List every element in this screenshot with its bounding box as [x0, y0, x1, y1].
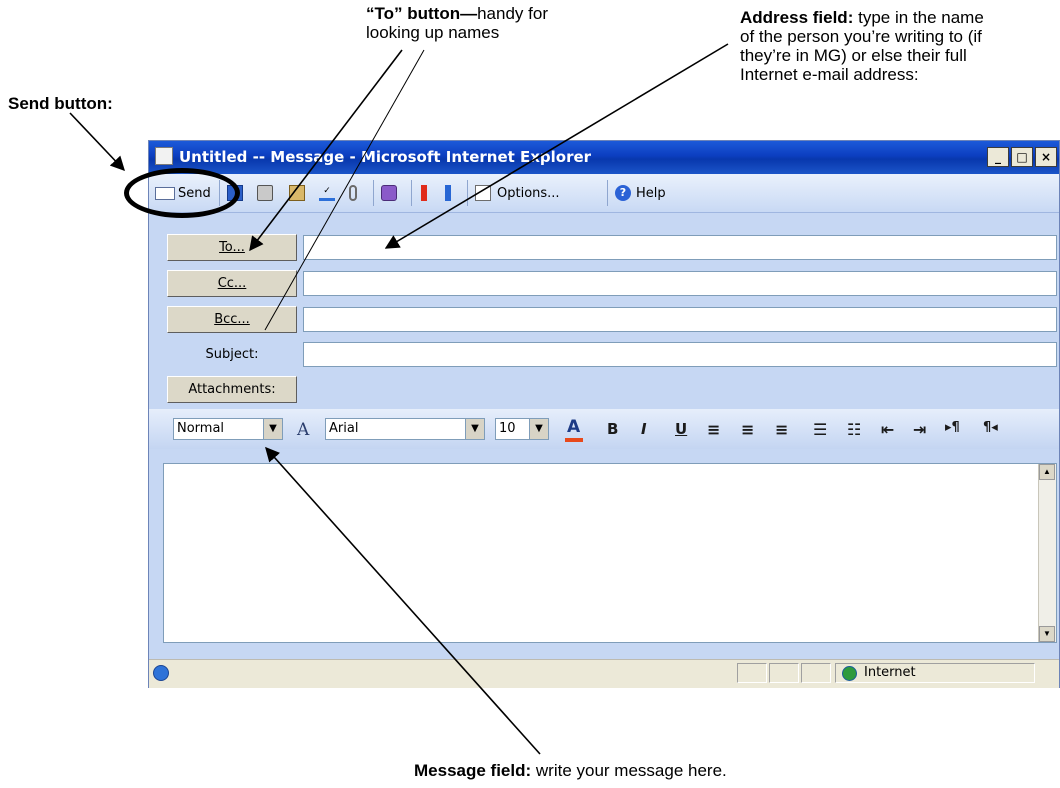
page-status-icon — [153, 665, 169, 681]
message-window-icon — [155, 147, 173, 165]
italic-button[interactable]: I — [641, 420, 647, 438]
print-button[interactable] — [257, 183, 273, 203]
subject-label: Subject: — [205, 347, 259, 362]
options-icon — [475, 185, 491, 201]
paperclip-icon — [349, 185, 357, 201]
decrease-indent-icon[interactable]: ⇤ — [881, 420, 894, 439]
address-form: To... Cc... Bcc... Subject: Attachments: — [149, 213, 1059, 413]
font-icon: A — [297, 420, 310, 440]
help-button[interactable]: ? Help — [615, 183, 666, 203]
scroll-up-arrow-icon[interactable]: ▲ — [1039, 464, 1055, 480]
internet-zone-label: Internet — [864, 665, 916, 680]
font-select[interactable]: Arial ▼ — [325, 418, 485, 440]
save-disk-icon — [227, 185, 243, 201]
bold-button[interactable]: B — [607, 420, 618, 438]
message-toolbar: Send ✓ Options... ? Help — [149, 174, 1059, 213]
send-button[interactable]: Send — [155, 183, 211, 203]
high-importance-button[interactable] — [421, 183, 427, 203]
permission-icon — [381, 185, 397, 201]
send-button-annotation: Send button: — [8, 94, 113, 113]
to-field[interactable] — [303, 235, 1057, 260]
to-button-annotation: “To” button—handy for looking up names — [366, 4, 548, 42]
formatting-toolbar: Normal ▼ A Arial ▼ 10 ▼ A B I U ≡ ≡ ≡ ☰ … — [149, 409, 1059, 449]
rtl-icon[interactable]: ¶◂ — [983, 420, 998, 435]
message-body-field[interactable]: ▲ ▼ — [163, 463, 1057, 643]
globe-icon — [842, 666, 857, 681]
window-title: Untitled -- Message - Microsoft Internet… — [179, 148, 592, 166]
chevron-down-icon: ▼ — [263, 419, 282, 439]
options-button[interactable]: Options... — [475, 183, 560, 203]
attachments-button[interactable]: Attachments: — [167, 376, 297, 403]
to-button[interactable]: To... — [167, 234, 297, 261]
send-label: Send — [178, 185, 211, 201]
spell-check-icon: ✓ — [319, 185, 335, 201]
save-button[interactable] — [227, 183, 243, 203]
low-importance-button[interactable] — [445, 183, 451, 203]
down-arrow-icon — [445, 185, 451, 201]
font-color-button[interactable]: A — [563, 417, 585, 443]
status-bar: Internet — [149, 659, 1059, 688]
internet-zone-panel: Internet — [835, 663, 1035, 683]
cc-field[interactable] — [303, 271, 1057, 296]
chevron-down-icon: ▼ — [529, 419, 548, 439]
size-select[interactable]: 10 ▼ — [495, 418, 549, 440]
font-color-icon: A — [567, 417, 581, 437]
address-book-icon — [289, 185, 305, 201]
cc-button[interactable]: Cc... — [167, 270, 297, 297]
printer-icon — [257, 185, 273, 201]
address-field-annotation: Address field: type in the name of the p… — [740, 8, 984, 84]
permission-button[interactable] — [381, 183, 397, 203]
close-button[interactable]: × — [1035, 147, 1057, 167]
options-label: Options... — [497, 185, 560, 201]
title-bar: Untitled -- Message - Microsoft Internet… — [149, 141, 1059, 174]
bcc-field[interactable] — [303, 307, 1057, 332]
ltr-icon[interactable]: ▸¶ — [945, 420, 960, 435]
send-arrow — [69, 112, 125, 172]
status-panel — [769, 663, 799, 683]
spelling-button[interactable]: ✓ — [319, 183, 335, 203]
check-names-button[interactable] — [289, 183, 305, 203]
minimize-button[interactable]: _ — [987, 147, 1009, 167]
underline-button[interactable]: U — [675, 420, 687, 438]
numbering-icon[interactable]: ☷ — [847, 420, 861, 439]
style-select[interactable]: Normal ▼ — [173, 418, 283, 440]
status-panel — [737, 663, 767, 683]
subject-field[interactable] — [303, 342, 1057, 367]
attach-file-button[interactable] — [349, 183, 357, 203]
font-color-bar — [565, 438, 583, 442]
message-scrollbar[interactable]: ▲ ▼ — [1038, 464, 1056, 642]
chevron-down-icon: ▼ — [465, 419, 484, 439]
maximize-button[interactable]: □ — [1011, 147, 1033, 167]
exclamation-icon — [421, 185, 427, 201]
message-field-annotation: Message field: write your message here. — [414, 761, 727, 780]
bcc-button[interactable]: Bcc... — [167, 306, 297, 333]
align-left-icon[interactable]: ≡ — [707, 420, 720, 439]
align-right-icon[interactable]: ≡ — [775, 420, 788, 439]
status-panel — [801, 663, 831, 683]
scroll-down-arrow-icon[interactable]: ▼ — [1039, 626, 1055, 642]
align-center-icon[interactable]: ≡ — [741, 420, 754, 439]
bullets-icon[interactable]: ☰ — [813, 420, 827, 439]
increase-indent-icon[interactable]: ⇥ — [913, 420, 926, 439]
compose-window: Untitled -- Message - Microsoft Internet… — [148, 140, 1060, 688]
help-icon: ? — [615, 185, 631, 201]
send-envelope-icon — [155, 186, 175, 200]
help-label: Help — [636, 185, 666, 201]
